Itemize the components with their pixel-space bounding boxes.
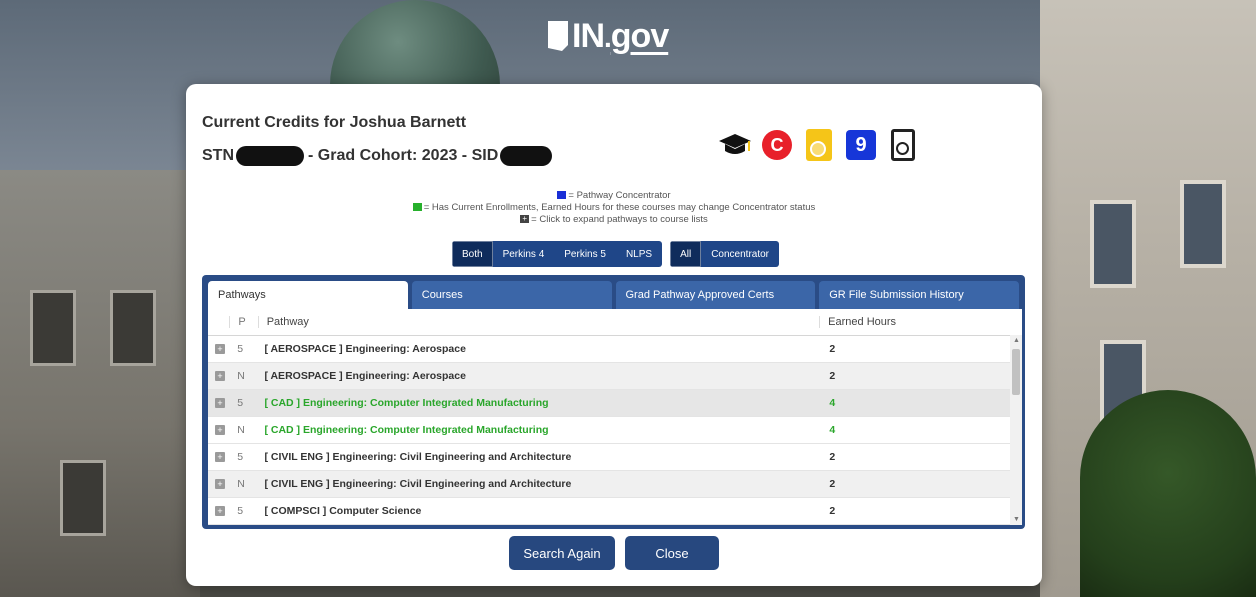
filter-concentrator-button[interactable]: Concentrator <box>701 241 779 267</box>
c-badge-icon: C <box>760 128 794 162</box>
search-again-button[interactable]: Search Again <box>509 536 615 570</box>
student-ids: STN - Grad Cohort: 2023 - SID <box>202 146 553 166</box>
expand-icon[interactable]: + <box>215 506 225 516</box>
tab-courses[interactable]: Courses <box>411 281 612 309</box>
expand-icon[interactable]: + <box>215 398 225 408</box>
tab-pathways[interactable]: Pathways <box>208 281 408 309</box>
legend: = Pathway Concentrator = Has Current Enr… <box>186 190 1042 226</box>
certificate-outline-icon <box>886 128 920 162</box>
filter-all-button[interactable]: All <box>670 241 702 267</box>
close-button[interactable]: Close <box>625 536 719 570</box>
table-row[interactable]: + 5 [ COMPSCI ] Computer Science 2 <box>208 498 1022 525</box>
filter-perkins5-button[interactable]: Perkins 5 <box>554 241 616 267</box>
building-window <box>110 290 156 366</box>
type-filter-group: All Concentrator <box>670 241 780 267</box>
table-header: P Pathway Earned Hours <box>208 309 1022 336</box>
scroll-thumb[interactable] <box>1012 349 1020 395</box>
table-scrollbar[interactable]: ▲ ▼ <box>1010 335 1022 525</box>
redacted-sid <box>500 146 553 166</box>
table-row[interactable]: + N [ CAD ] Engineering: Computer Integr… <box>208 417 1022 444</box>
legend-blue: = Pathway Concentrator <box>186 190 1042 202</box>
header-p[interactable]: P <box>229 316 257 328</box>
tree <box>1080 390 1256 597</box>
building-window <box>30 290 76 366</box>
filter-nlps-button[interactable]: NLPS <box>616 241 662 267</box>
logo-gov-text: gov <box>610 16 669 55</box>
scroll-up-icon[interactable]: ▲ <box>1013 337 1020 344</box>
tab-panel: Pathways Courses Grad Pathway Approved C… <box>202 275 1025 529</box>
scroll-down-icon[interactable]: ▼ <box>1013 516 1020 523</box>
expand-icon[interactable]: + <box>215 425 225 435</box>
building-window <box>60 460 106 536</box>
modal-actions: Search Again Close <box>186 536 1042 570</box>
tab-gr-file-history[interactable]: GR File Submission History <box>819 281 1019 309</box>
header-pathway[interactable]: Pathway <box>257 316 819 328</box>
building-window <box>1090 200 1136 288</box>
legend-plus: + = Click to expand pathways to course li… <box>186 214 1042 226</box>
redacted-stn <box>236 146 304 166</box>
table-row[interactable]: + 5 [ AEROSPACE ] Engineering: Aerospace… <box>208 336 1022 363</box>
blue-square-icon <box>557 191 567 200</box>
table-row[interactable]: + 5 [ CIVIL ENG ] Engineering: Civil Eng… <box>208 444 1022 471</box>
in-gov-logo[interactable]: IN.gov <box>548 14 669 58</box>
expand-icon[interactable]: + <box>215 452 225 462</box>
credits-modal: Current Credits for Joshua Barnett STN -… <box>186 84 1042 586</box>
green-square-icon <box>412 203 422 212</box>
perkins-filter-group: Both Perkins 4 Perkins 5 NLPS <box>452 241 663 267</box>
indiana-state-icon <box>548 21 568 51</box>
pathways-table: P Pathway Earned Hours + 5 [ AEROSPACE ]… <box>208 309 1022 525</box>
table-row[interactable]: + N [ CIVIL ENG ] Engineering: Civil Eng… <box>208 471 1022 498</box>
logo-state-text: IN <box>572 16 605 55</box>
expand-icon[interactable]: + <box>215 371 225 381</box>
table-row[interactable]: + N [ AEROSPACE ] Engineering: Aerospace… <box>208 363 1022 390</box>
cohort-label: - Grad Cohort: 2023 - SID <box>308 147 499 164</box>
legend-green: = Has Current Enrollments, Earned Hours … <box>186 202 1042 214</box>
header-earned-hours[interactable]: Earned Hours <box>819 316 1022 328</box>
modal-title: Current Credits for Joshua Barnett <box>202 114 467 131</box>
certificate-icon <box>802 128 836 162</box>
filter-perkins4-button[interactable]: Perkins 4 <box>493 241 555 267</box>
graduation-cap-icon <box>718 128 752 162</box>
table-row[interactable]: + 5 [ CAD ] Engineering: Computer Integr… <box>208 390 1022 417</box>
tab-grad-pathway-certs[interactable]: Grad Pathway Approved Certs <box>615 281 816 309</box>
filter-both-button[interactable]: Both <box>452 241 493 267</box>
nine-badge-icon: 9 <box>844 128 878 162</box>
left-building <box>0 170 200 597</box>
plus-square-icon: + <box>520 215 530 224</box>
expand-icon[interactable]: + <box>215 479 225 489</box>
status-icons: C 9 <box>718 128 920 162</box>
tab-bar: Pathways Courses Grad Pathway Approved C… <box>202 275 1025 309</box>
stn-label: STN <box>202 147 234 164</box>
filter-bar: Both Perkins 4 Perkins 5 NLPS All Concen… <box>452 241 780 267</box>
expand-icon[interactable]: + <box>215 344 225 354</box>
building-window <box>1180 180 1226 268</box>
